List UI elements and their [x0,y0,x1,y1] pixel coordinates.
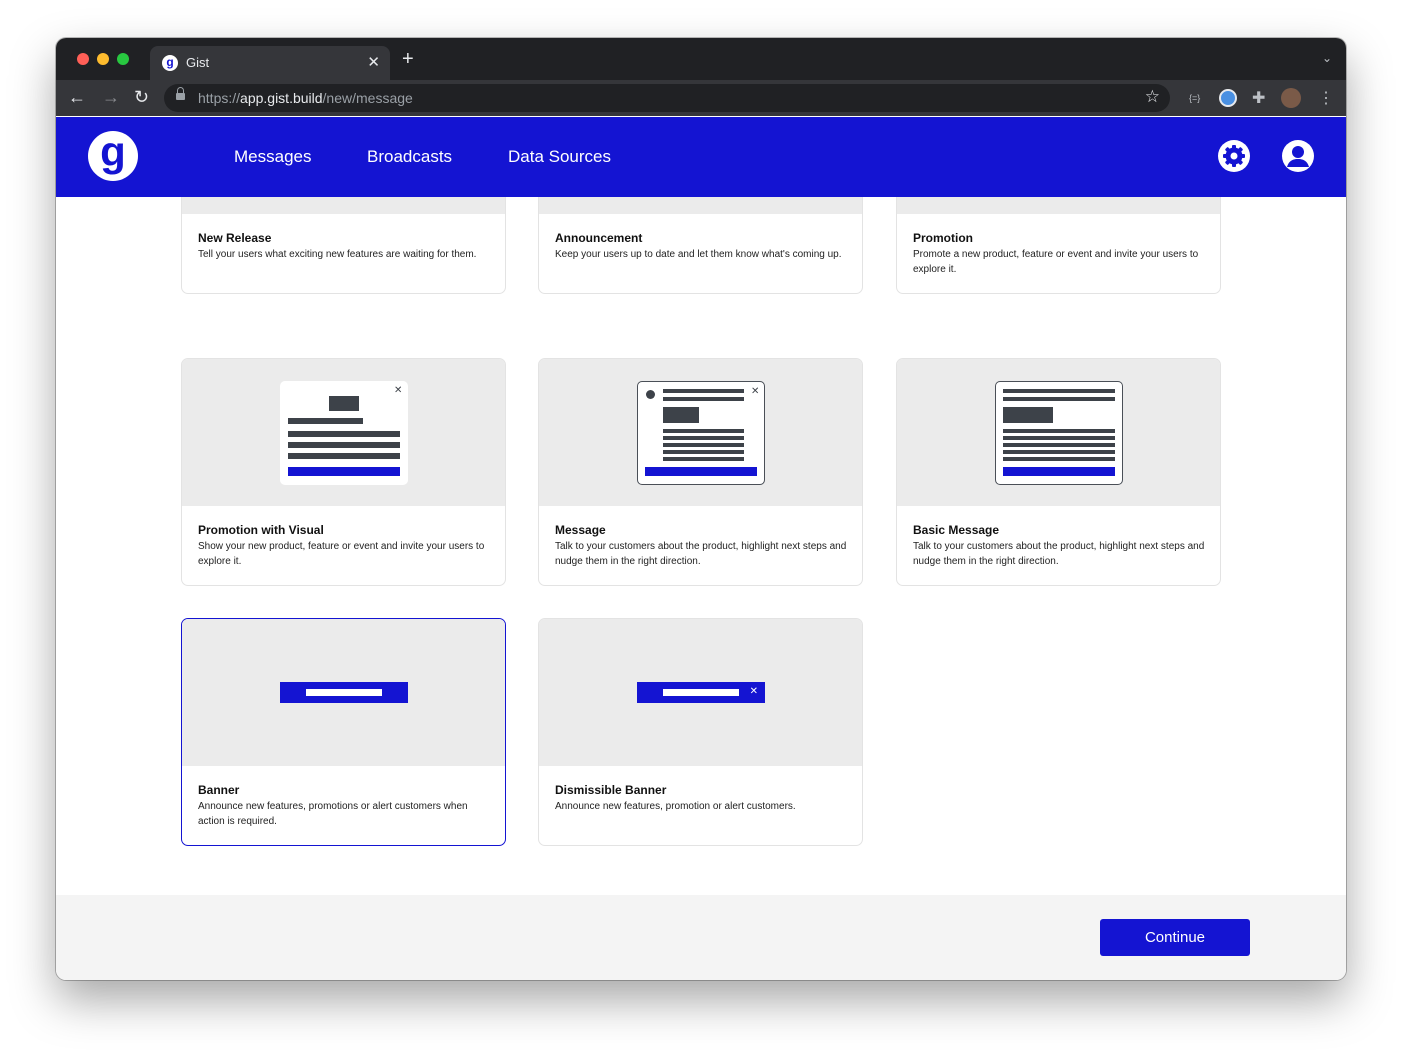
extensions-puzzle-icon[interactable]: ✚ [1252,88,1265,108]
forward-arrow-icon[interactable]: → [102,88,120,106]
gist-logo[interactable]: g [88,131,138,181]
template-title: Promotion with Visual [198,523,324,537]
close-icon: ✕ [749,686,758,697]
settings-button[interactable] [1218,140,1250,172]
back-arrow-icon[interactable]: ← [68,88,86,106]
chevron-down-icon[interactable]: ⌄ [1322,51,1332,65]
template-preview [182,197,505,214]
template-title: New Release [198,231,272,245]
menu-icon[interactable]: ⋮ [1318,88,1334,108]
template-preview [897,197,1220,214]
template-card-message[interactable]: ✕ Message Talk to your customers about t… [538,358,863,586]
template-preview: ✕ [182,359,505,506]
close-icon: ✕ [751,386,760,397]
template-grid: New Release Tell your users what excitin… [56,197,1346,895]
profile-button[interactable] [1282,140,1314,172]
template-description: Promote a new product, feature or event … [913,249,1199,275]
footer-bar: Continue [56,895,1346,980]
app-header: g Messages Broadcasts Data Sources [56,117,1346,197]
template-title: Message [555,523,606,537]
star-icon[interactable]: ☆ [1145,87,1160,107]
tab-title: Gist [186,55,210,70]
tab-bar: g Gist ✕ + ⌄ [56,38,1346,80]
new-tab-icon[interactable]: + [402,49,414,69]
reload-icon[interactable]: ↻ [134,88,149,106]
close-icon: ✕ [394,385,403,396]
template-title: Promotion [913,231,973,245]
template-preview [897,359,1220,506]
template-preview: ✕ [539,619,862,766]
message-mockup: ✕ [280,381,408,485]
maximize-window-button[interactable] [117,53,129,65]
template-preview: ✕ [539,359,862,506]
template-description: Keep your users up to date and let them … [555,249,842,260]
gist-favicon-icon: g [162,55,178,71]
template-description: Talk to your customers about the product… [913,541,1205,567]
user-profile-icon [1287,146,1309,167]
profile-avatar[interactable] [1281,88,1301,108]
continue-button[interactable]: Continue [1100,919,1250,956]
template-description: Talk to your customers about the product… [555,541,847,567]
extension-icon[interactable] [1219,89,1237,107]
nav-data-sources[interactable]: Data Sources [508,147,611,167]
template-title: Announcement [555,231,643,245]
template-card-promotion-with-visual[interactable]: ✕ Promotion with Visual Show your new pr… [181,358,506,586]
template-title: Basic Message [913,523,1000,537]
template-card-basic-message[interactable]: Basic Message Talk to your customers abo… [896,358,1221,586]
extension-code-icon[interactable]: {=} [1189,93,1200,103]
url-text: https://app.gist.build/new/message [198,90,413,106]
browser-toolbar: ← → ↻ https://app.gist.build/new/message… [56,80,1346,116]
template-description: Announce new features, promotions or ale… [198,801,468,827]
nav-messages[interactable]: Messages [234,147,311,167]
message-mockup: ✕ [637,381,765,485]
template-description: Announce new features, promotion or aler… [555,801,796,812]
close-window-button[interactable] [77,53,89,65]
template-description: Show your new product, feature or event … [198,541,485,567]
nav-broadcasts[interactable]: Broadcasts [367,147,452,167]
template-card-announcement[interactable]: Announcement Keep your users up to date … [538,197,863,294]
banner-mockup [280,682,408,703]
gear-icon [1223,145,1245,167]
minimize-window-button[interactable] [97,53,109,65]
template-title: Dismissible Banner [555,783,667,797]
browser-window: g Gist ✕ + ⌄ ← → ↻ https://app.gist.buil… [56,38,1346,980]
template-card-new-release[interactable]: New Release Tell your users what excitin… [181,197,506,294]
template-preview [182,619,505,766]
template-card-banner[interactable]: Banner Announce new features, promotions… [181,618,506,846]
close-tab-icon[interactable]: ✕ [367,53,380,71]
template-description: Tell your users what exciting new featur… [198,249,477,260]
browser-tab[interactable]: g Gist ✕ [150,46,390,80]
template-preview [539,197,862,214]
message-mockup [995,381,1123,485]
banner-mockup: ✕ [637,682,765,703]
template-card-promotion[interactable]: Promotion Promote a new product, feature… [896,197,1221,294]
template-title: Banner [198,783,240,797]
address-bar[interactable]: https://app.gist.build/new/message ☆ [164,84,1170,112]
template-card-dismissible-banner[interactable]: ✕ Dismissible Banner Announce new featur… [538,618,863,846]
lock-icon[interactable] [176,87,185,101]
